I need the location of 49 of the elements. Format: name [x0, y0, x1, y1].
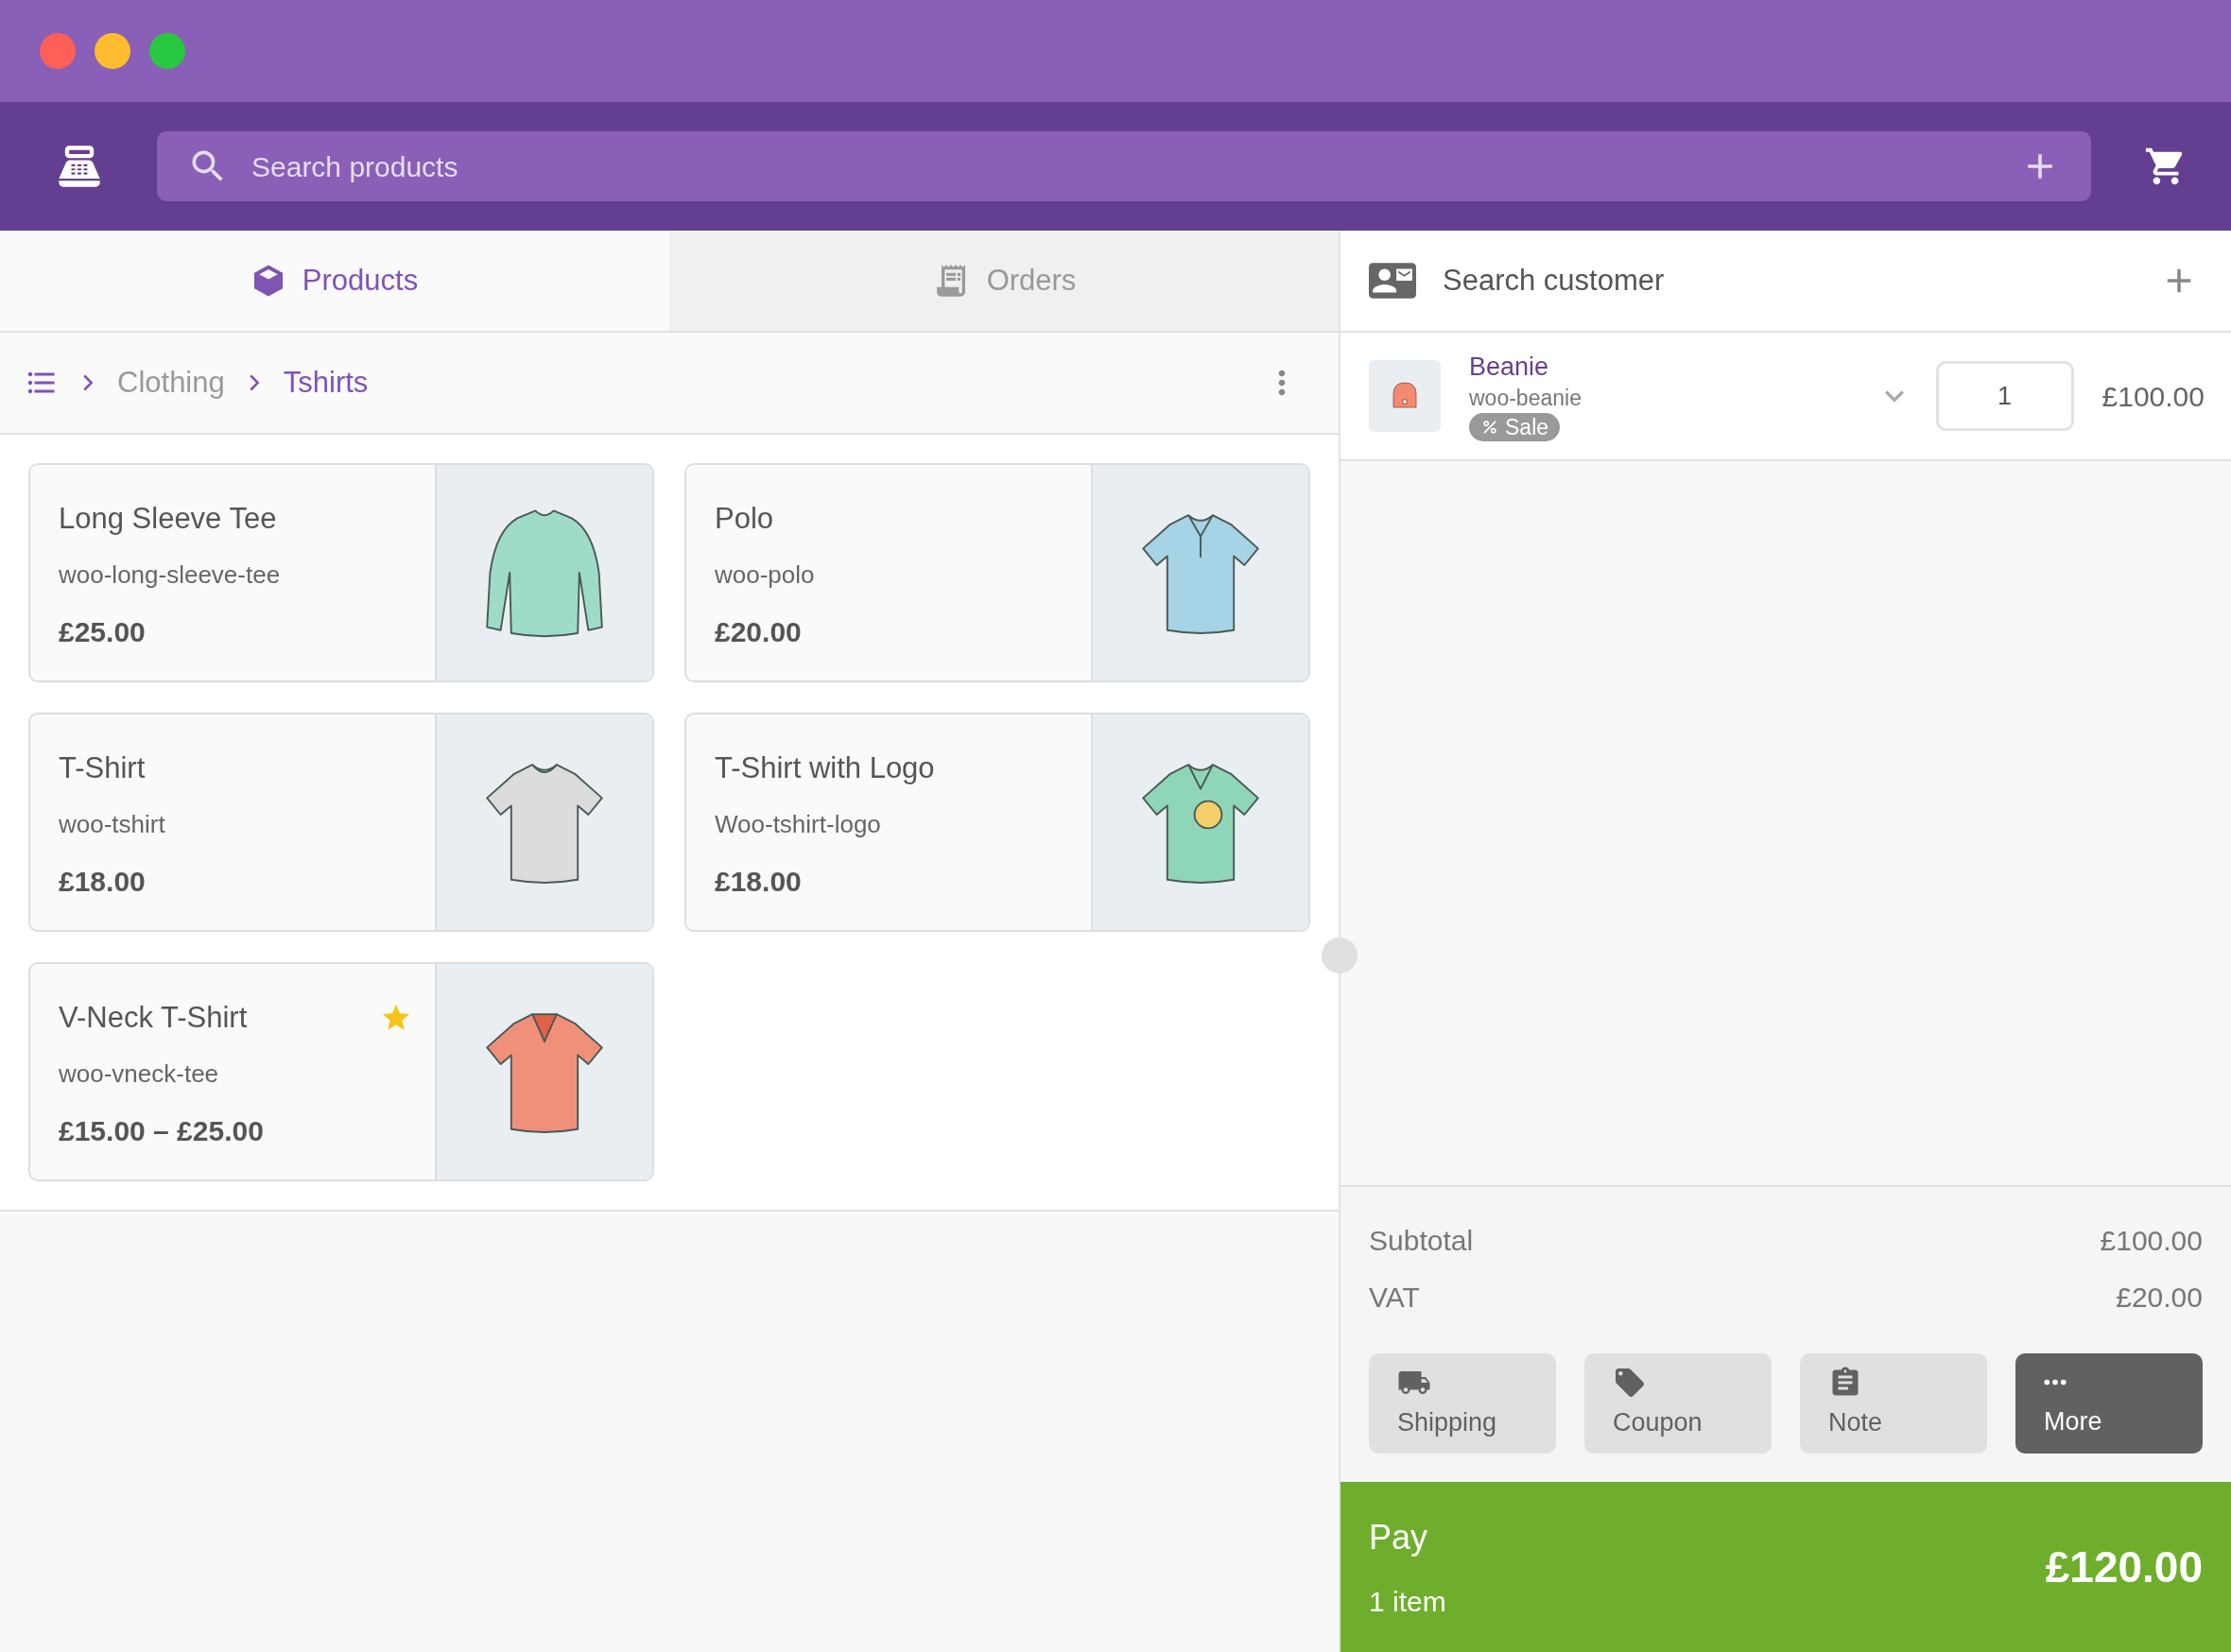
action-button[interactable]: Coupon	[1584, 1353, 1772, 1454]
beanie-drawing	[1392, 382, 1417, 408]
sale-badge: Sale	[1469, 413, 1561, 441]
chevron-right-icon	[249, 374, 259, 391]
product-card[interactable]: T-Shirt with Logo Woo-tshirt-logo £18.00	[684, 713, 1310, 932]
quantity-field[interactable]: 1	[1935, 361, 2074, 431]
product-price: £20.00	[715, 614, 803, 649]
maximize-window-control[interactable]	[149, 33, 185, 69]
search-input[interactable]: Search products	[251, 145, 2019, 188]
action-button[interactable]: Shipping	[1369, 1353, 1556, 1454]
product-search-field[interactable]: Search products	[157, 131, 2091, 201]
product-sku: Woo-tshirt-logo	[715, 808, 882, 840]
product-sku: woo-long-sleeve-tee	[59, 559, 282, 591]
chevron-right-icon	[83, 374, 93, 391]
total-value: £100.00	[2100, 1223, 2203, 1258]
product-price: £15.00 – £25.00	[59, 1113, 265, 1148]
pay-total: £120.00	[2045, 1540, 2203, 1593]
breadcrumb-link[interactable]: Tshirts	[283, 360, 369, 405]
product-price: £25.00	[59, 614, 147, 649]
more-icon	[2044, 1379, 2067, 1386]
product-name: Long Sleeve Tee	[59, 501, 277, 537]
cart-item-sku: woo-beanie	[1469, 385, 1582, 412]
product-name: V-Neck T-Shirt	[59, 1000, 248, 1036]
item-count: 1 item	[1369, 1584, 1446, 1619]
product-card[interactable]: V-Neck T-Shirt woo-vneck-tee £15.00 – £25.00	[28, 962, 654, 1181]
product-sku: woo-vneck-tee	[59, 1058, 220, 1090]
product-price: £18.00	[59, 864, 147, 899]
percent-icon	[1480, 418, 1499, 437]
resize-handle[interactable]	[1322, 938, 1358, 973]
cart-item-price: £100.00	[2101, 379, 2205, 414]
action-button[interactable]: Note	[1800, 1353, 1987, 1454]
product-name: Polo	[715, 501, 774, 537]
product-price: £18.00	[715, 864, 803, 899]
product-sku: woo-polo	[715, 559, 816, 591]
product-name: T-Shirt	[59, 750, 146, 786]
pay-label: Pay	[1369, 1516, 1428, 1558]
customer-search-field[interactable]: Search customer	[1443, 258, 2159, 303]
total-label: VAT	[1369, 1280, 1420, 1315]
product-name: T-Shirt with Logo	[715, 750, 935, 786]
cart-item-name[interactable]: Beanie	[1469, 351, 1582, 383]
minimize-window-control[interactable]	[95, 33, 130, 69]
product-card[interactable]: Polo woo-polo £20.00	[684, 463, 1310, 682]
total-label: Subtotal	[1369, 1223, 1474, 1258]
total-value: £20.00	[2116, 1280, 2203, 1315]
product-sku: woo-tshirt	[59, 808, 166, 840]
product-card[interactable]: Long Sleeve Tee woo-long-sleeve-tee £25.00	[28, 463, 654, 682]
action-button[interactable]: More	[2015, 1353, 2203, 1454]
customer-search-bar[interactable]: Search customer	[1340, 231, 2231, 333]
product-card[interactable]: T-Shirt woo-tshirt £18.00	[28, 713, 654, 932]
